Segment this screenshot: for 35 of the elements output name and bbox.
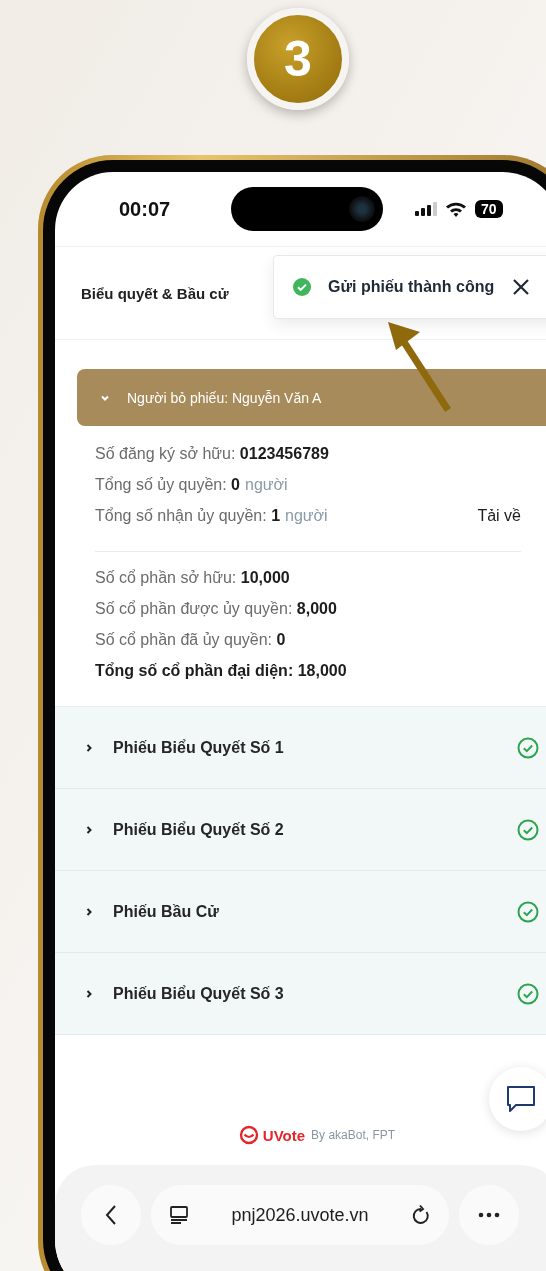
share-line: Số cổ phần sở hữu: 10,000 [95, 568, 290, 587]
info-line: Tổng số ủy quyền: 0 người [95, 475, 288, 494]
wifi-icon [445, 201, 467, 217]
check-circle-icon [517, 900, 539, 923]
step-badge: 3 [247, 8, 349, 110]
share-line: Số cổ phần được ủy quyền: 8,000 [95, 599, 337, 618]
reload-icon[interactable] [411, 1204, 431, 1226]
check-circle-icon [517, 818, 539, 841]
credit-text: By akaBot, FPT [311, 1128, 396, 1142]
check-circle-icon [292, 277, 312, 297]
address-bar[interactable]: pnj2026.uvote.vn [151, 1185, 449, 1245]
tabs-icon [169, 1206, 189, 1224]
chat-icon [506, 1085, 536, 1113]
check-circle-icon [517, 982, 539, 1005]
ballot-row[interactable]: Phiếu Biểu Quyết Số 2 [55, 789, 546, 871]
page-title: Biểu quyết & Bầu cử [81, 284, 229, 302]
signal-icon [415, 202, 437, 216]
download-link[interactable]: Tải về [477, 506, 521, 525]
brand-name: UVote [262, 1126, 306, 1144]
toast-message: Gửi phiếu thành công [328, 278, 495, 296]
close-icon[interactable] [512, 278, 531, 296]
more-icon [478, 1212, 500, 1218]
ballot-row[interactable]: Phiếu Biểu Quyết Số 1 [55, 707, 546, 789]
share-line: Số cổ phần đã ủy quyền: 0 [95, 630, 286, 649]
ballot-row[interactable]: Phiếu Biểu Quyết Số 3 [55, 953, 546, 1035]
back-icon [104, 1204, 118, 1226]
check-circle-icon [517, 736, 539, 759]
info-line: Số đăng ký sở hữu: 0123456789 [95, 444, 329, 463]
status-time: 00:07 [119, 197, 172, 221]
info-line: Tổng số nhận ủy quyền: 1 người [95, 506, 328, 525]
chat-button[interactable] [489, 1067, 546, 1131]
battery-level: 70 [475, 200, 503, 218]
ballot-row[interactable]: Phiếu Bầu Cử [55, 871, 546, 953]
share-line: Tổng số cổ phần đại diện: 18,000 [95, 661, 347, 680]
smile-logo-icon [238, 1125, 259, 1145]
